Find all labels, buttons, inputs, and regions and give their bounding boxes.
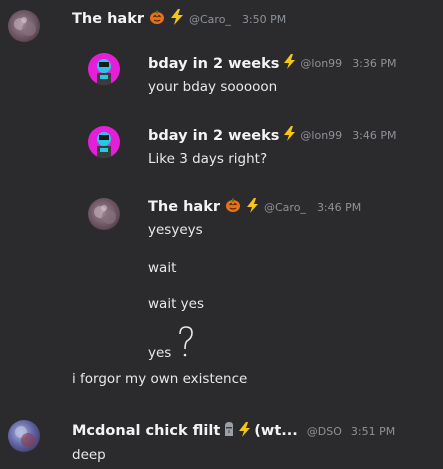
timestamp: 3:51 PM (350, 424, 396, 438)
pumpkin-icon (225, 197, 241, 217)
timestamp: 3:46 PM (352, 129, 397, 142)
username-handle[interactable]: @Caro_ (264, 201, 306, 214)
avatar-image (15, 426, 35, 447)
avatar[interactable] (88, 126, 120, 158)
message-text: Like 3 days right? (148, 151, 268, 167)
author-name[interactable]: Mcdonal chick flilt (72, 423, 220, 439)
username-handle[interactable]: @lon99 (300, 129, 342, 142)
author-name-suffix[interactable]: (wt... (254, 423, 297, 439)
avatar[interactable] (88, 198, 120, 230)
message-text: i forgor my own existence (72, 371, 248, 387)
pumpkin-icon (149, 9, 165, 29)
lightning-icon (283, 126, 296, 145)
lightning-icon (246, 197, 259, 217)
message-header: bday in 2 weeks @lon99 3:46 PM (148, 126, 397, 145)
message-line-with-icon: yes (148, 325, 195, 361)
username-handle[interactable]: @Caro_ (189, 13, 231, 26)
author-name[interactable]: bday in 2 weeks (148, 56, 279, 72)
author-name[interactable]: The hakr (72, 11, 144, 27)
message-text: your bday sooooon (148, 79, 278, 95)
avatar-image (94, 205, 116, 224)
avatar[interactable] (88, 53, 120, 85)
avatar-image (97, 59, 111, 85)
timestamp: 3:50 PM (241, 12, 287, 26)
message-header: The hakr @Caro_ 3:46 PM (148, 197, 362, 217)
message-line: wait yes (148, 296, 204, 312)
message-header: The hakr @Caro_ 3:50 PM (72, 9, 287, 29)
avatar-image (97, 132, 111, 158)
lightning-icon (283, 54, 296, 73)
message-line: wait (148, 260, 177, 276)
author-name[interactable]: The hakr (148, 199, 220, 215)
username-handle[interactable]: @DSO (307, 425, 342, 438)
username-handle[interactable]: @lon99 (300, 57, 342, 70)
moai-icon (223, 421, 235, 441)
message-line: yes (148, 345, 172, 361)
timestamp: 3:36 PM (352, 57, 397, 70)
author-name[interactable]: bday in 2 weeks (148, 128, 279, 144)
avatar[interactable] (8, 420, 40, 452)
timestamp: 3:46 PM (316, 200, 362, 214)
question-mark-icon (177, 325, 195, 361)
lightning-icon (170, 9, 184, 29)
message-header: bday in 2 weeks @lon99 3:36 PM (148, 54, 397, 73)
message-line: yesyeys (148, 222, 203, 238)
message-header: Mcdonal chick flilt (wt... @DSO 3:51 PM (72, 421, 396, 441)
avatar-image (14, 17, 36, 36)
lightning-icon (238, 421, 251, 441)
message-text: deep (72, 447, 106, 463)
avatar[interactable] (8, 10, 40, 42)
